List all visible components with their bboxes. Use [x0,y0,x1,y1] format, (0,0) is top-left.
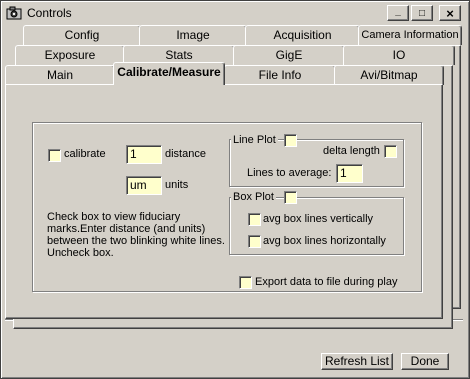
tab-calibrate-measure[interactable]: Calibrate/Measure [113,62,225,85]
minimize-button[interactable]: _ [387,5,409,21]
window-title: Controls [27,6,72,20]
tab-exposure[interactable]: Exposure [15,45,125,65]
calibrate-checkbox[interactable] [48,149,61,162]
done-button[interactable]: Done [401,353,449,370]
lines-to-average-label: Lines to average: [247,167,332,179]
maximize-icon: □ [418,7,426,19]
refresh-list-button[interactable]: Refresh List [321,353,393,370]
tab-acquisition[interactable]: Acquisition [245,25,360,45]
calibrate-measure-panel: calibrate 1 distance um units Check box … [5,84,443,319]
box-plot-title: Box Plot [231,191,276,203]
distance-input[interactable]: 1 [126,145,162,164]
line-plot-title: Line Plot [231,134,278,146]
camera-app-icon [6,6,22,20]
calibrate-help-text: Check box to view fiduciary marks.Enter … [47,211,225,259]
avg-vertical-label: avg box lines vertically [263,213,374,225]
tab-config[interactable]: Config [23,25,141,45]
close-icon: × [446,5,454,21]
avg-horizontal-checkbox[interactable] [248,235,261,248]
title-bar[interactable]: Controls _ □ × [3,3,467,23]
avg-horizontal-label: avg box lines horizontally [263,235,386,247]
tab-gige[interactable]: GigE [233,45,345,65]
tab-avi-bitmap[interactable]: Avi/Bitmap [334,65,444,85]
lines-to-average-input[interactable]: 1 [336,164,363,183]
distance-label: distance [165,148,206,160]
line-plot-checkbox[interactable] [284,134,297,147]
delta-length-checkbox[interactable] [384,145,397,158]
units-input[interactable]: um [126,176,162,195]
export-checkbox[interactable] [239,276,252,289]
tab-main[interactable]: Main [5,65,115,85]
controls-window: Controls _ □ × Config Image Acquisition … [0,0,470,379]
delta-length-label: delta length [323,145,380,157]
calibrate-label: calibrate [64,148,106,160]
avg-vertical-checkbox[interactable] [248,213,261,226]
export-label: Export data to file during play [255,276,398,288]
tab-io[interactable]: IO [343,45,455,65]
minimize-icon: _ [395,5,401,17]
tab-file-info[interactable]: File Info [224,65,336,85]
tab-camera-information[interactable]: Camera Information [358,25,462,45]
box-plot-checkbox[interactable] [284,191,297,204]
tab-image[interactable]: Image [139,25,247,45]
close-button[interactable]: × [439,5,461,21]
maximize-button[interactable]: □ [411,5,433,21]
units-label: units [165,179,189,191]
